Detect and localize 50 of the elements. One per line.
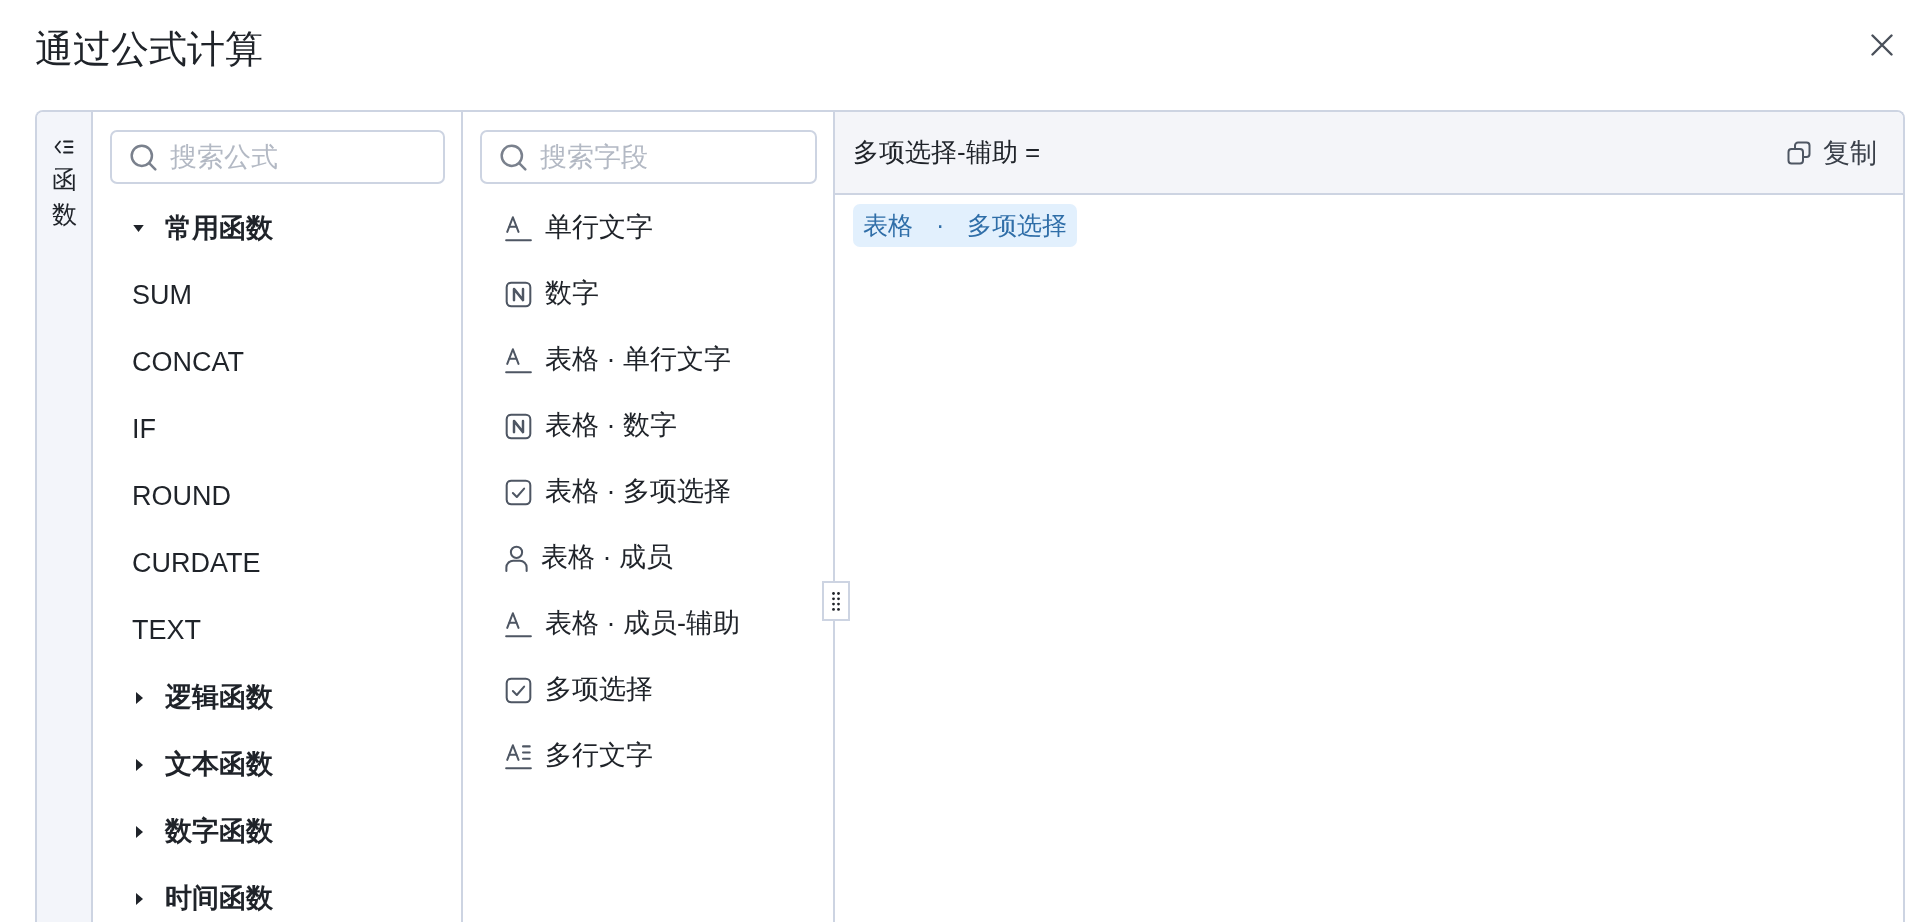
field-item[interactable]: 表格 · 成员-辅助 <box>505 607 740 641</box>
square-n-icon <box>505 412 532 440</box>
field-token[interactable]: 表格 · 多项选择 <box>853 204 1078 247</box>
close-icon <box>1871 34 1893 56</box>
close-button[interactable] <box>1871 34 1893 56</box>
field-search-field[interactable]: 搜索字段 <box>480 130 817 184</box>
function-item[interactable]: CURDATE <box>132 546 261 581</box>
person-icon <box>505 544 528 572</box>
caret-down-icon <box>133 225 144 232</box>
formula-editor[interactable]: 表格 · 多项选择 <box>835 195 1903 922</box>
copy-icon <box>1787 140 1811 165</box>
caret-right-icon <box>136 691 143 704</box>
field-item[interactable]: 单行文字 <box>505 211 653 245</box>
letter-a-underline-icon <box>505 610 532 638</box>
function-item[interactable]: SUM <box>132 278 192 313</box>
search-icon <box>500 144 527 171</box>
function-item[interactable]: TEXT <box>132 613 201 648</box>
letter-a-underline-icon <box>505 346 532 374</box>
function-item[interactable]: IF <box>132 412 156 447</box>
category-toggle[interactable]: 文本函数 <box>133 747 273 782</box>
caret-right-icon <box>136 758 143 771</box>
square-n-icon <box>505 280 532 308</box>
resize-handle[interactable] <box>822 581 850 621</box>
checkbox-icon <box>505 676 532 704</box>
functions-tab[interactable]: 函数 <box>51 140 77 232</box>
field-item[interactable]: 表格 · 成员 <box>505 541 673 575</box>
category-toggle[interactable]: 逻辑函数 <box>133 680 273 715</box>
category-toggle[interactable]: 数字函数 <box>133 814 273 849</box>
letter-a-underline-icon <box>505 214 532 242</box>
letter-a-lines-icon <box>505 742 532 770</box>
field-item[interactable]: 表格 · 单行文字 <box>505 343 731 377</box>
copy-button[interactable]: 复制 <box>1787 134 1877 171</box>
field-item[interactable]: 表格 · 多项选择 <box>505 475 731 509</box>
function-item[interactable]: CONCAT <box>132 345 244 380</box>
caret-right-icon <box>136 825 143 838</box>
field-item[interactable]: 多项选择 <box>505 673 653 707</box>
field-item[interactable]: 表格 · 数字 <box>505 409 677 443</box>
formula-target-label: 多项选择-辅助 = <box>853 136 1041 169</box>
checkbox-icon <box>505 478 532 506</box>
field-item[interactable]: 数字 <box>505 277 599 311</box>
field-item[interactable]: 多行文字 <box>505 739 653 773</box>
function-search-field[interactable]: 搜索公式 <box>110 130 445 184</box>
dialog-title: 通过公式计算 <box>35 27 263 73</box>
collapse-list-icon <box>54 140 74 154</box>
caret-right-icon <box>136 892 143 905</box>
function-item[interactable]: ROUND <box>132 479 231 514</box>
category-toggle[interactable]: 常用函数 <box>133 211 273 246</box>
search-icon <box>130 144 157 171</box>
grip-icon <box>832 591 840 611</box>
category-toggle[interactable]: 时间函数 <box>133 881 273 916</box>
